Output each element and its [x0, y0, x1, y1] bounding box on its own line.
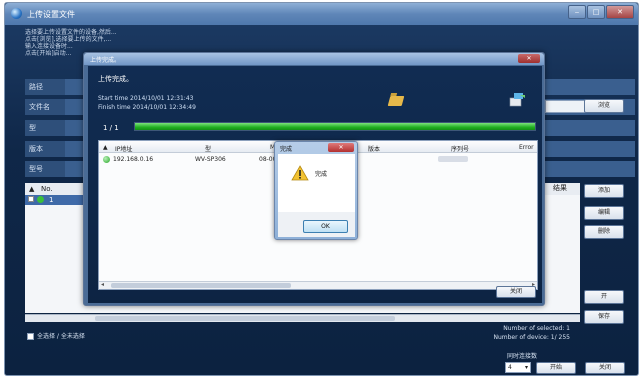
- ok-button[interactable]: OK: [303, 220, 348, 233]
- table-horizontal-scrollbar[interactable]: ◂ ▸: [99, 281, 537, 289]
- message-text: 完成: [315, 171, 328, 178]
- close-button[interactable]: 关闭: [585, 362, 625, 374]
- upload-dialog-close-icon[interactable]: ✕: [518, 54, 540, 63]
- path-label: 路径: [25, 79, 65, 95]
- progress-fill: [135, 123, 535, 130]
- instruction-line: 点击[浏览],选择要上传的文件,...: [25, 36, 112, 43]
- upload-dialog-title-bar: 上传完成。 ✕: [84, 53, 544, 65]
- column-model[interactable]: 型: [205, 144, 211, 153]
- message-box-body: [278, 154, 355, 212]
- upload-status: 上传完成。: [98, 75, 133, 83]
- scroll-thumb[interactable]: [95, 316, 395, 321]
- column-no[interactable]: No.: [41, 185, 53, 193]
- sort-asc-icon[interactable]: ▲: [103, 144, 108, 151]
- sort-asc-icon[interactable]: ▲: [29, 185, 34, 193]
- status-ok-icon: [37, 196, 44, 203]
- open-button[interactable]: 开: [584, 290, 624, 304]
- main-title-bar: 上传设置文件 ‒ □ ✕: [5, 3, 638, 25]
- device-type-label: 型号: [25, 161, 65, 177]
- device-count: Number of device: 1/ 255: [493, 334, 570, 341]
- finish-time: Finish time 2014/10/01 12:34:49: [98, 104, 196, 111]
- upload-close-button[interactable]: 关闭: [496, 286, 536, 298]
- column-version[interactable]: 版本: [368, 144, 380, 153]
- app-icon: [11, 8, 22, 19]
- browse-button[interactable]: 浏览: [584, 99, 624, 113]
- start-time: Start time 2014/10/01 12:31:43: [98, 95, 194, 102]
- selected-count: Number of selected: 1: [503, 325, 570, 332]
- scroll-left-icon[interactable]: ◂: [101, 281, 104, 288]
- maximize-button[interactable]: □: [587, 5, 605, 19]
- filename-label: 文件名: [25, 99, 65, 115]
- column-result[interactable]: 结果: [553, 183, 579, 193]
- success-icon: [103, 156, 110, 163]
- version-label: 版本: [25, 141, 65, 157]
- select-all-checkbox[interactable]: [27, 333, 34, 340]
- upload-dialog-title: 上传完成。: [90, 57, 121, 64]
- instruction-line: 输入连接设备时...: [25, 43, 73, 50]
- column-serial[interactable]: 序列号: [451, 144, 469, 153]
- row-number: 1: [49, 196, 54, 204]
- concurrent-label: 同时连接数: [507, 353, 538, 360]
- add-button[interactable]: 添加: [584, 184, 624, 198]
- instruction-line: 选择要上传设置文件的设备,然后...: [25, 29, 117, 36]
- column-error[interactable]: Error: [519, 144, 534, 151]
- upload-count: 1 / 1: [103, 124, 119, 132]
- folder-icon: [387, 96, 405, 106]
- select-all-toggle[interactable]: 全选择 / 全未选择: [27, 331, 85, 340]
- minimize-button[interactable]: ‒: [568, 5, 586, 19]
- select-all-label: 全选择 / 全未选择: [37, 333, 85, 340]
- warning-icon: [291, 165, 309, 181]
- redacted-serial: [438, 156, 468, 162]
- concurrent-value: 4: [508, 364, 512, 371]
- completion-message-box: 完成 ✕ 完成 OK: [274, 141, 358, 240]
- edit-button[interactable]: 编辑: [584, 206, 624, 220]
- upload-progress-bar: [134, 122, 536, 131]
- start-button[interactable]: 开始: [536, 362, 576, 374]
- chevron-down-icon[interactable]: ▾: [525, 363, 528, 372]
- cell-model: WV-SP306: [195, 156, 226, 163]
- model-label: 型: [25, 120, 65, 136]
- save-button[interactable]: 保存: [584, 310, 624, 324]
- column-ip[interactable]: IP地址: [115, 144, 132, 153]
- scroll-thumb[interactable]: [111, 283, 291, 288]
- window-title: 上传设置文件: [27, 10, 75, 19]
- concurrent-select[interactable]: 4 ▾: [505, 362, 531, 373]
- row-checkbox[interactable]: [28, 196, 34, 202]
- message-box-title: 完成: [280, 146, 293, 153]
- close-window-button[interactable]: ✕: [606, 5, 634, 19]
- message-box-close-icon[interactable]: ✕: [328, 143, 354, 152]
- cell-ip: 192.168.0.16: [113, 156, 154, 163]
- list-horizontal-scrollbar[interactable]: [25, 314, 580, 322]
- camera-transfer-icon: [509, 93, 525, 107]
- delete-button[interactable]: 删除: [584, 225, 624, 239]
